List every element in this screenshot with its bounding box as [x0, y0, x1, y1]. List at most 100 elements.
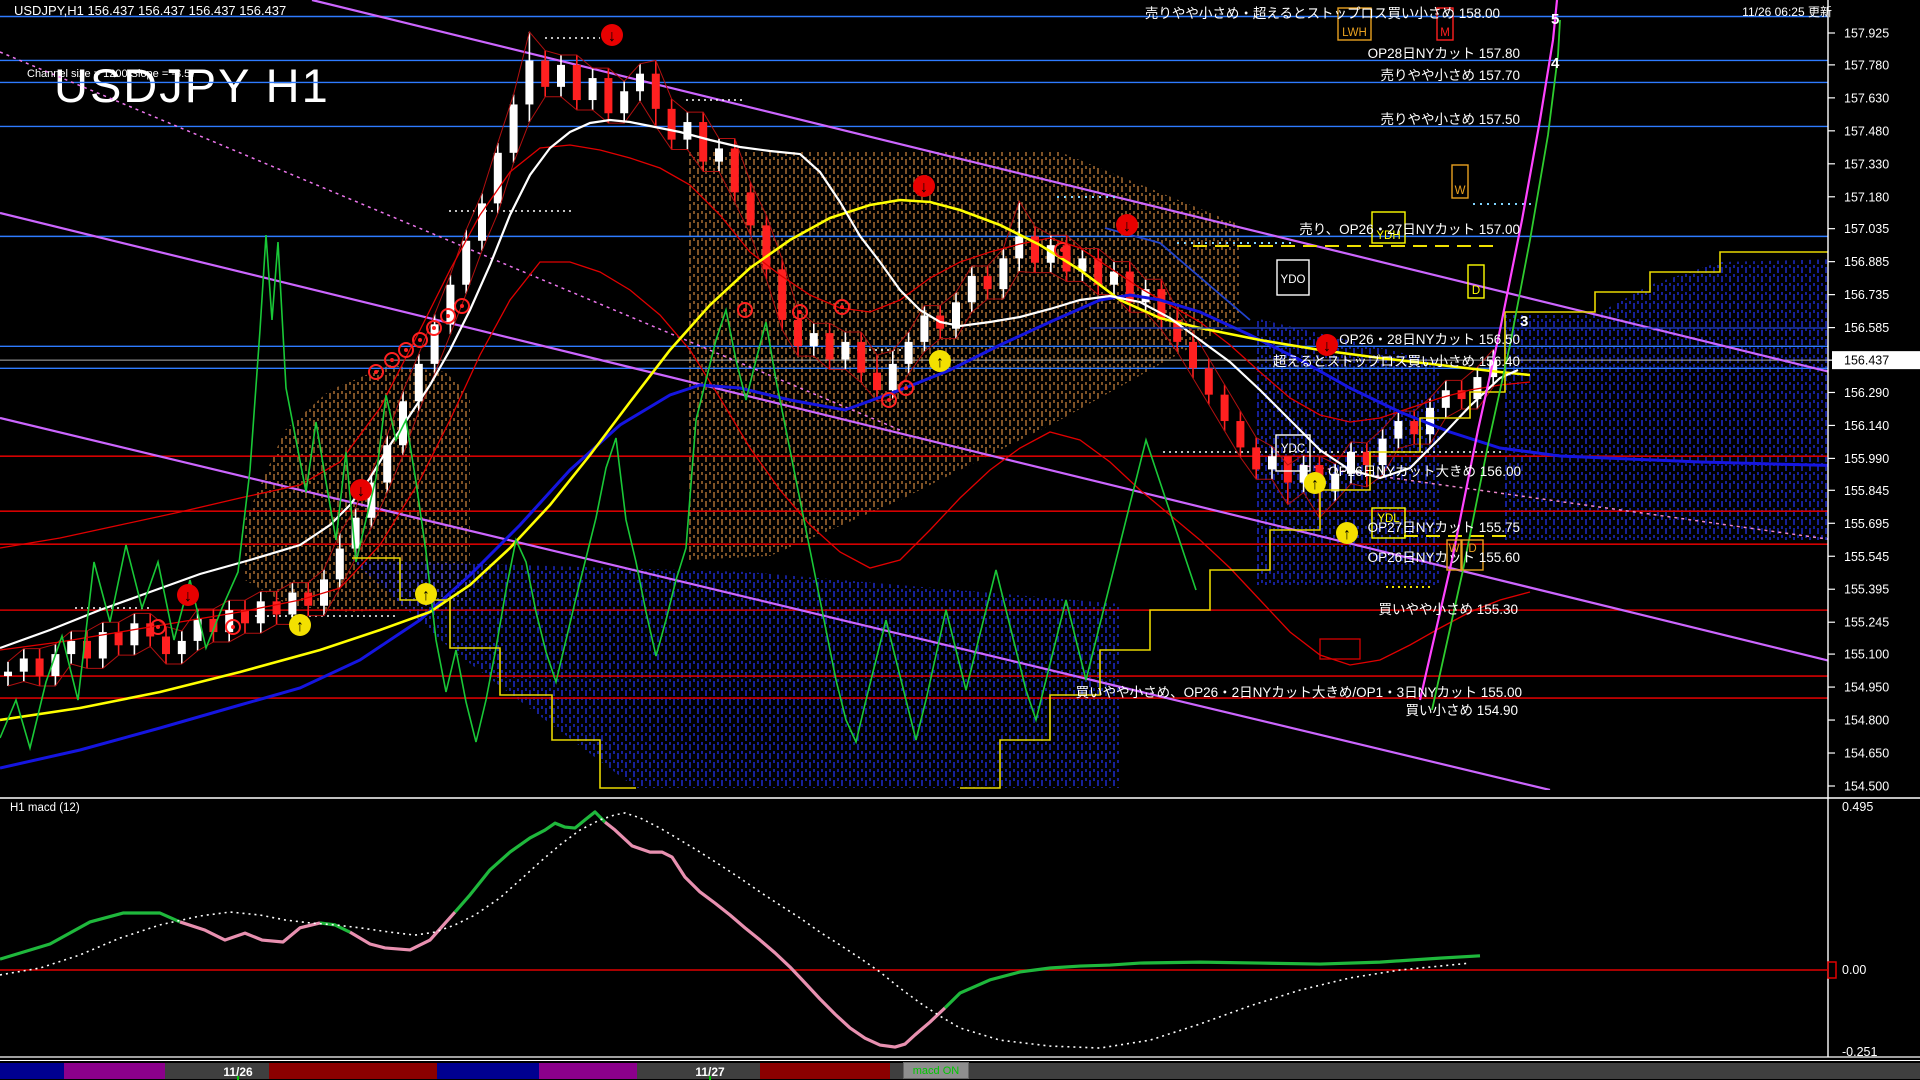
candle-body [35, 658, 44, 677]
svg-text:↓: ↓ [920, 179, 928, 196]
candle-body [999, 258, 1008, 290]
svg-text:W: W [1455, 185, 1466, 197]
candle-body [446, 284, 455, 325]
macd-toggle-badge[interactable]: macd ON [903, 1062, 969, 1079]
order-annotation: 売り、OP26・27日NYカット 157.00 [1299, 222, 1520, 237]
axis-price-label: 155.245 [1844, 616, 1889, 630]
svg-text:YDC: YDC [1281, 443, 1305, 455]
svg-text:LWH: LWH [1342, 27, 1367, 39]
axis-price-label: 156.140 [1844, 419, 1889, 433]
axis-price-label: 154.800 [1844, 714, 1889, 728]
candle-body [1110, 271, 1118, 285]
candle-body [509, 104, 518, 153]
axis-price-label: 155.695 [1844, 517, 1889, 531]
candle-body [98, 632, 107, 659]
axis-price-label: 157.780 [1844, 58, 1889, 72]
candle-body [541, 60, 550, 87]
candle-body [288, 592, 297, 615]
candle-body [904, 341, 913, 364]
svg-text:YDO: YDO [1281, 274, 1306, 286]
svg-text:M: M [1440, 27, 1450, 39]
svg-text:↓: ↓ [184, 588, 192, 605]
candle-body [67, 640, 76, 655]
axis-price-label: 157.330 [1844, 157, 1889, 171]
axis-price-label: 155.990 [1844, 452, 1889, 466]
sell-signal-icon: ↓ [177, 584, 199, 606]
macd-signal-line [0, 812, 1471, 1049]
candle-body [256, 601, 265, 624]
candle-body [873, 372, 881, 391]
price-chart-canvas[interactable]: ↓↓↓↓↓↓↑↑↑↑↑LWH MWYDHYDODYDCYDLW D売りやや小さめ・超… [0, 0, 1920, 1080]
macd-line [453, 810, 607, 914]
candle-body [493, 152, 502, 204]
candle-body [620, 91, 629, 114]
timeline-session-segment [0, 1063, 64, 1079]
macd-line [604, 820, 947, 1049]
timeline-session-segment [269, 1063, 437, 1079]
candle-body [177, 640, 186, 655]
svg-text:↑: ↑ [1343, 526, 1351, 543]
day-level-box-d: D [1467, 264, 1485, 299]
candle-body [304, 592, 313, 606]
symbol-ohlc-title: USDJPY,H1 156.437 156.437 156.437 156.43… [14, 3, 287, 18]
buy-signal-icon: ↑ [415, 583, 437, 605]
axis-price-label: 154.500 [1844, 779, 1889, 793]
order-annotation: 売りやや小さめ 157.50 [1380, 112, 1520, 127]
axis-price-label: 155.545 [1844, 550, 1889, 564]
macd-line [179, 920, 321, 944]
trail-dot-icon [398, 342, 414, 358]
candle-body [525, 60, 534, 105]
order-annotation: 売りやや小さめ・超えるとストップロス買い小さめ 158.00 [1145, 6, 1500, 21]
buy-signal-icon: ↑ [289, 614, 311, 636]
candle-body [572, 64, 581, 101]
timeline-session-segment [760, 1063, 890, 1079]
order-annotation: 買いやや小さめ、OP26・2日NYカット大きめ/OP1・3日NYカット 155.… [1076, 685, 1522, 700]
candle-body [557, 64, 565, 87]
axis-price-label: 157.925 [1844, 27, 1889, 41]
sell-signal-icon: ↓ [913, 175, 935, 197]
timeline-session-segment [890, 1063, 1920, 1079]
order-annotation: 買いやや小さめ 155.30 [1378, 602, 1518, 617]
candle-body [1252, 447, 1261, 470]
order-annotation: OP26日NYカット 155.60 [1368, 550, 1520, 565]
candle-body [1220, 394, 1229, 422]
timeline-session-segment [165, 1063, 269, 1079]
wave-count-number: 4 [1551, 55, 1560, 72]
candle-body [1441, 390, 1450, 408]
macd-axis-label: 0.495 [1842, 800, 1873, 814]
macd-axis-label: -0.251 [1842, 1045, 1877, 1059]
ichimoku-cloud-orange [688, 152, 1240, 560]
buy-signal-icon: ↑ [1304, 472, 1326, 494]
candle-body [1394, 421, 1403, 439]
axis-price-label: 157.180 [1844, 190, 1889, 204]
candle-body [1125, 271, 1134, 303]
macd-line [943, 954, 1481, 1010]
axis-price-label: 154.650 [1844, 747, 1889, 761]
order-annotation: OP27日NYカット 155.75 [1368, 520, 1520, 535]
order-annotation: OP28日NYカット 157.80 [1368, 46, 1520, 61]
sell-signal-icon: ↓ [1316, 334, 1338, 356]
candle-body [114, 632, 123, 646]
axis-price-label: 155.395 [1844, 583, 1889, 597]
candle-body [715, 148, 723, 162]
axis-price-label: 155.100 [1844, 648, 1889, 662]
candle-body [162, 636, 170, 655]
sell-signal-icon: ↓ [1116, 214, 1138, 236]
macd-line [319, 921, 351, 934]
axis-price-label: 157.630 [1844, 91, 1889, 105]
candle-body [272, 601, 281, 615]
svg-text:↓: ↓ [608, 28, 616, 45]
candle-body [825, 333, 834, 360]
wave-count-number: 5 [1551, 11, 1559, 28]
candle-body [1015, 236, 1024, 259]
order-annotation: 超えるとストップロス買い小さめ 156.40 [1273, 354, 1520, 369]
svg-text:↑: ↑ [296, 618, 304, 635]
candle-body [1204, 368, 1213, 395]
alert-box-red [1319, 638, 1361, 660]
macd-layer [0, 810, 1828, 1049]
sell-signal-icon: ↓ [350, 479, 372, 501]
wave-count-number: 3 [1520, 313, 1528, 330]
candle-body [730, 148, 739, 193]
svg-text:↓: ↓ [357, 483, 365, 500]
axis-price-label: 157.035 [1844, 222, 1889, 236]
